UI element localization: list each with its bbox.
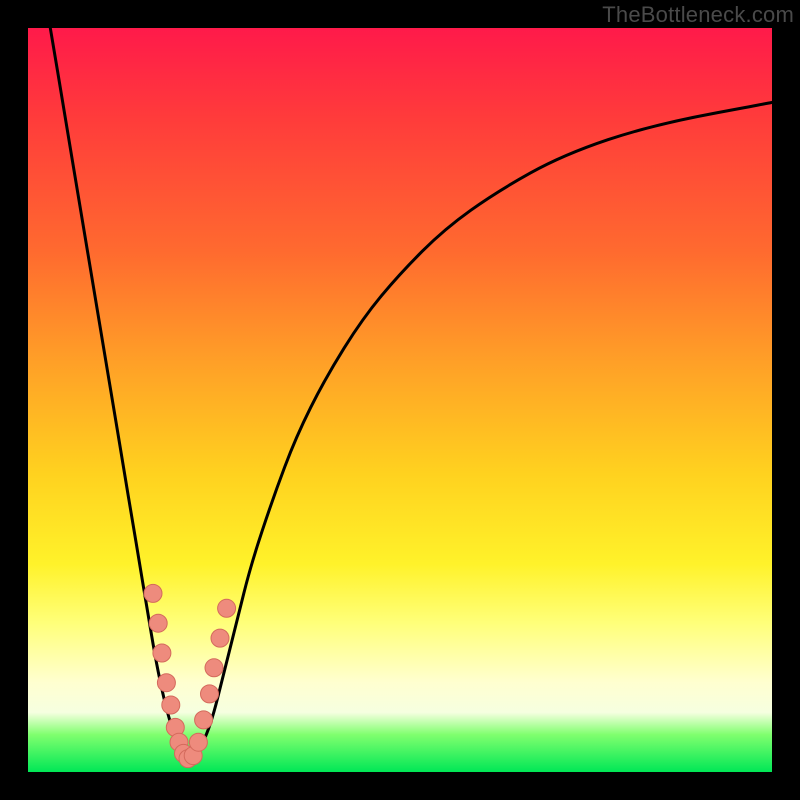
data-marker (218, 599, 236, 617)
plot-outer (28, 28, 772, 772)
data-marker (157, 674, 175, 692)
data-marker (144, 584, 162, 602)
watermark-text: TheBottleneck.com (602, 2, 794, 28)
data-marker (153, 644, 171, 662)
data-marker (205, 659, 223, 677)
curve-right-branch (192, 102, 772, 757)
chart-frame: TheBottleneck.com (0, 0, 800, 800)
data-marker (195, 711, 213, 729)
data-marker (189, 733, 207, 751)
data-marker (201, 685, 219, 703)
chart-svg (28, 28, 772, 772)
data-marker (149, 614, 167, 632)
data-marker (211, 629, 229, 647)
data-marker (162, 696, 180, 714)
